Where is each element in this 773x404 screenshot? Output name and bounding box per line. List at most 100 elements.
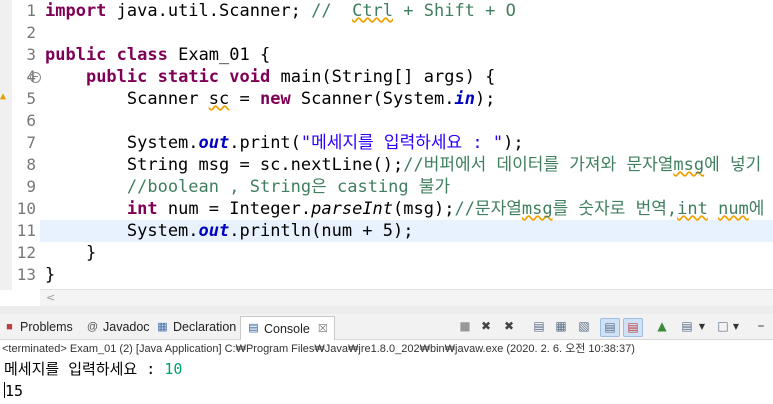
problems-icon: ■ bbox=[6, 320, 13, 333]
code-token: in bbox=[454, 89, 475, 109]
console-output[interactable]: 메세지를 입력하세요 : 10 15 bbox=[0, 358, 773, 404]
code-line: } bbox=[45, 264, 55, 286]
code-token: 에 넣기 bbox=[704, 155, 762, 175]
show-on-stderr-icon[interactable]: ▤ bbox=[623, 318, 643, 337]
code-token: 를 숫자로 번역, bbox=[552, 199, 678, 219]
code-token: (msg); bbox=[393, 199, 455, 219]
scroll-left-icon[interactable]: < bbox=[46, 290, 55, 306]
clear-console-icon[interactable]: ▤ bbox=[530, 318, 548, 335]
scroll-lock-icon[interactable]: ▦ bbox=[552, 318, 570, 335]
minimize-icon[interactable]: – bbox=[752, 318, 770, 335]
code-token: out bbox=[198, 133, 230, 153]
tab-javadoc[interactable]: @ Javadoc bbox=[86, 317, 150, 337]
panel-separator[interactable] bbox=[0, 306, 773, 314]
code-token: String msg = sc.nextLine(); bbox=[45, 155, 404, 175]
remove-launch-icon[interactable]: ✖ bbox=[477, 318, 495, 335]
code-token: //boolean , String은 casting 불가 bbox=[126, 177, 451, 197]
tab-label: Console bbox=[264, 321, 310, 336]
code-token: "메세지를 입력하세요 : " bbox=[300, 133, 504, 153]
fold-toggle-icon[interactable]: − bbox=[30, 72, 41, 83]
code-line: System.out.print("메세지를 입력하세요 : "); bbox=[45, 132, 524, 154]
line-number: 5 bbox=[26, 89, 36, 108]
code-token: class bbox=[116, 45, 168, 65]
code-token: Scanner(System. bbox=[290, 89, 455, 109]
code-line: import java.util.Scanner; // Ctrl + Shif… bbox=[45, 0, 516, 22]
declaration-icon: ▦ bbox=[157, 320, 168, 333]
line-number: 6 bbox=[26, 111, 36, 130]
line-number: 12 bbox=[16, 243, 36, 262]
code-line: } bbox=[45, 242, 96, 264]
display-console-icon[interactable]: ▤ bbox=[678, 318, 696, 335]
code-token: sc bbox=[208, 89, 230, 109]
code-line: public static void main(String[] args) { bbox=[45, 66, 495, 88]
pin-console-icon[interactable]: ▲ bbox=[653, 318, 671, 335]
code-token: 에 넣기 bbox=[748, 199, 765, 219]
open-console-icon[interactable]: □ bbox=[714, 318, 732, 335]
console-line: 15 bbox=[4, 380, 23, 402]
chevron-down-icon[interactable]: ▼ bbox=[697, 318, 707, 335]
code-token: System. bbox=[45, 221, 199, 241]
code-token: int bbox=[677, 199, 708, 219]
code-token: Exam_01 { bbox=[167, 45, 271, 65]
tab-label: Problems bbox=[20, 320, 73, 334]
line-number: 8 bbox=[26, 155, 36, 174]
line-number: 11 bbox=[16, 221, 36, 240]
console-result: 15 bbox=[5, 382, 24, 400]
tab-declaration[interactable]: ▦ Declaration bbox=[156, 317, 236, 337]
code-token: = bbox=[229, 89, 260, 109]
console-user-input: 10 bbox=[164, 360, 183, 378]
code-token: } bbox=[45, 265, 56, 285]
terminate-icon[interactable]: ■ bbox=[456, 318, 474, 335]
console-icon: ▤ bbox=[248, 322, 259, 334]
console-prompt: 메세지를 입력하세요 : bbox=[4, 360, 165, 378]
code-token: ); bbox=[503, 133, 524, 153]
horizontal-scrollbar[interactable]: < bbox=[40, 289, 773, 306]
code-token: main(String[] args) { bbox=[270, 67, 496, 87]
tab-label: Declaration bbox=[173, 320, 237, 334]
line-number: 10 bbox=[16, 199, 36, 218]
code-token: //문자열 bbox=[454, 199, 522, 219]
code-token: .println(num + 5); bbox=[229, 221, 414, 241]
code-token: int bbox=[126, 199, 158, 219]
code-token: System. bbox=[45, 133, 199, 153]
show-on-stdout-icon[interactable]: ▤ bbox=[600, 318, 620, 337]
code-line: String msg = sc.nextLine();//버퍼에서 데이터를 가… bbox=[45, 154, 761, 176]
code-token: out bbox=[198, 221, 230, 241]
code-token: parseInt bbox=[311, 199, 394, 219]
code-line: System.out.println(num + 5); bbox=[45, 220, 414, 242]
code-token: msg bbox=[673, 155, 705, 175]
close-icon[interactable]: ☒ bbox=[318, 319, 328, 339]
code-token: // bbox=[311, 1, 353, 21]
code-token: Scanner bbox=[45, 89, 209, 109]
line-number-gutter: 1 2 3 4 5 6 7 8 9 10 11 12 13 bbox=[12, 0, 40, 290]
tab-problems[interactable]: ■ Problems bbox=[3, 317, 73, 337]
code-line: public class Exam_01 { bbox=[45, 44, 270, 66]
line-number: 1 bbox=[26, 1, 36, 20]
line-number: 3 bbox=[26, 45, 36, 64]
code-token: + Shift + O bbox=[393, 1, 516, 21]
code-editor[interactable]: 1 2 3 4 5 6 7 8 9 10 11 12 13 import java.util.Scann… bbox=[0, 0, 773, 290]
code-line: int num = Integer.parseInt(msg);//문자열msg… bbox=[45, 198, 773, 220]
line-number: 2 bbox=[26, 23, 36, 42]
javadoc-icon: @ bbox=[86, 320, 99, 333]
annotation-ruler bbox=[0, 0, 12, 290]
line-number: 7 bbox=[26, 133, 36, 152]
code-token: public bbox=[45, 45, 107, 65]
code-token: java.util.Scanner; bbox=[106, 1, 312, 21]
code-token: } bbox=[45, 243, 97, 263]
code-line: //boolean , String은 casting 불가 bbox=[45, 176, 450, 198]
chevron-down-icon[interactable]: ▼ bbox=[731, 318, 741, 335]
warning-marker-icon[interactable]: ▲ bbox=[0, 91, 11, 102]
code-token: num bbox=[718, 199, 749, 219]
word-wrap-icon[interactable]: ▧ bbox=[575, 318, 593, 335]
tab-console[interactable]: ▤ Console ☒ bbox=[240, 316, 335, 340]
code-token: .print( bbox=[229, 133, 301, 153]
code-token: static bbox=[157, 67, 220, 87]
line-number: 13 bbox=[16, 265, 36, 284]
remove-all-terminated-icon[interactable]: ✖ bbox=[500, 318, 518, 335]
